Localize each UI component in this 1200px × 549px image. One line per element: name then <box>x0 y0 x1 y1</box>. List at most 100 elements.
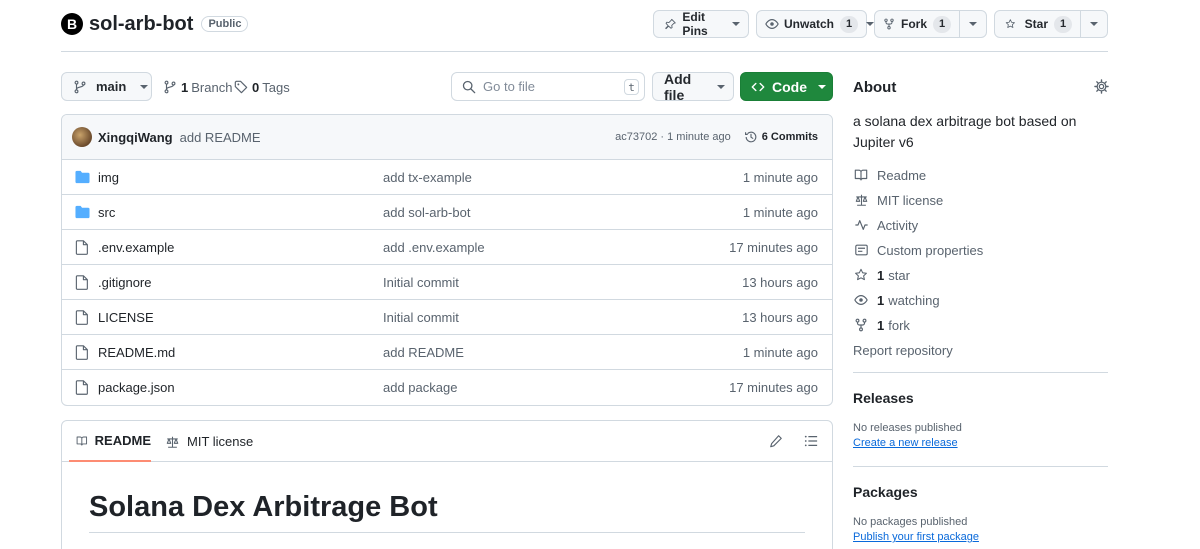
file-commit-message-link[interactable]: Initial commit <box>383 275 459 290</box>
table-row: .gitignore Initial commit 13 hours ago <box>62 265 832 300</box>
file-commit-time: 1 minute ago <box>742 204 818 220</box>
file-name-link[interactable]: img <box>98 170 119 185</box>
unwatch-button[interactable]: Unwatch 1 <box>756 10 875 38</box>
file-commit-time: 1 minute ago <box>742 344 818 360</box>
history-icon <box>744 131 757 143</box>
repo-title: B sol-arb-bot Public <box>61 12 249 36</box>
branches-link[interactable]: 1 Branch <box>163 78 232 96</box>
publish-package-link[interactable]: Publish your first package <box>853 531 979 543</box>
custom-properties-link[interactable]: Custom properties <box>853 241 983 259</box>
tags-count: 0 <box>252 79 260 95</box>
license-link[interactable]: MIT license <box>853 191 943 209</box>
tab-license-label: MIT license <box>187 434 254 449</box>
code-button[interactable]: Code <box>740 72 833 101</box>
packages-title[interactable]: Packages <box>853 484 918 500</box>
tab-license[interactable]: MIT license <box>165 421 253 462</box>
tags-label: Tags <box>262 79 290 95</box>
file-commit-message-link[interactable]: add README <box>383 345 464 360</box>
file-commit-message-link[interactable]: add tx-example <box>383 170 472 185</box>
commit-author-avatar[interactable] <box>72 127 92 147</box>
table-row: src add sol-arb-bot 1 minute ago <box>62 195 832 230</box>
watching-label: watching <box>888 292 940 308</box>
forks-link[interactable]: 1 fork <box>853 316 910 334</box>
table-row: README.md add README 1 minute ago <box>62 335 832 370</box>
file-commit-time: 17 minutes ago <box>729 239 818 255</box>
book-icon <box>76 436 88 446</box>
branch-select-button[interactable]: main <box>61 72 152 101</box>
repo-name-link[interactable]: sol-arb-bot <box>89 13 193 36</box>
edit-pins-label: Edit Pins <box>682 10 708 38</box>
readme-link-label: Readme <box>877 167 927 183</box>
fork-dropdown-button[interactable] <box>959 11 986 37</box>
file-name-link[interactable]: package.json <box>98 380 175 395</box>
tags-link[interactable]: 0 Tags <box>234 78 290 96</box>
activity-link-label: Activity <box>877 217 919 233</box>
table-row: .env.example add .env.example 17 minutes a… <box>62 230 832 265</box>
custom-properties-label: Custom properties <box>877 242 984 258</box>
file-name-link[interactable]: README.md <box>98 345 175 360</box>
note-icon <box>854 244 868 256</box>
commit-author-link[interactable]: XingqiWang <box>98 130 173 145</box>
chevron-down-icon <box>969 22 977 26</box>
file-commit-time: 1 minute ago <box>742 169 818 185</box>
star-button-group: Star 1 <box>994 10 1108 38</box>
readme-tab-bar: README MIT license <box>62 421 832 462</box>
watchers-link[interactable]: 1 watching <box>853 291 940 309</box>
star-count: 1 <box>1054 15 1072 33</box>
scale-icon <box>166 436 179 448</box>
star-button[interactable]: Star 1 <box>995 11 1080 37</box>
outline-button[interactable] <box>804 434 818 448</box>
file-icon <box>75 240 89 255</box>
commits-history-link[interactable]: 6 Commits <box>744 130 818 144</box>
fork-button[interactable]: Fork 1 <box>875 11 959 37</box>
stars-link[interactable]: 1 star <box>853 266 910 284</box>
sidebar-divider <box>853 466 1108 467</box>
commit-hash-time[interactable]: ac73702 · 1 minute ago <box>615 131 731 143</box>
file-commit-message-link[interactable]: add package <box>383 380 457 395</box>
pencil-icon <box>770 435 782 448</box>
fork-label: Fork <box>900 17 927 31</box>
activity-link[interactable]: Activity <box>853 216 918 234</box>
commit-message-link[interactable]: add README <box>180 130 261 145</box>
star-dropdown-button[interactable] <box>1080 11 1107 37</box>
readme-link[interactable]: Readme <box>853 166 926 184</box>
report-repository-link[interactable]: Report repository <box>853 341 953 359</box>
releases-title[interactable]: Releases <box>853 390 914 406</box>
owner-avatar[interactable]: B <box>61 13 83 35</box>
heading-divider <box>89 532 805 533</box>
edit-pins-button[interactable]: Edit Pins <box>653 10 749 38</box>
eye-icon <box>854 295 868 305</box>
star-icon <box>1005 19 1015 28</box>
forks-label: fork <box>888 317 910 333</box>
commits-count-label: 6 Commits <box>761 131 818 143</box>
file-icon <box>75 275 89 290</box>
stars-count: 1 <box>877 267 885 283</box>
tab-readme[interactable]: README <box>69 421 151 462</box>
file-commit-message-link[interactable]: Initial commit <box>383 310 459 325</box>
file-commit-message-link[interactable]: add sol-arb-bot <box>383 205 470 220</box>
file-icon <box>75 345 89 360</box>
about-settings-button[interactable] <box>1094 79 1109 94</box>
keyboard-shortcut-hint: t <box>624 79 639 95</box>
add-file-button[interactable]: Add file <box>652 71 734 103</box>
create-release-link[interactable]: Create a new release <box>853 437 958 449</box>
packages-empty-text: No packages published <box>853 516 968 528</box>
go-to-file-input[interactable]: Go to file t <box>451 72 645 101</box>
file-name-link[interactable]: LICENSE <box>98 310 154 325</box>
file-name-link[interactable]: .gitignore <box>98 275 151 290</box>
file-name-link[interactable]: .env.example <box>98 240 174 255</box>
file-icon <box>75 380 89 395</box>
file-name-link[interactable]: src <box>98 205 115 220</box>
table-row: package.json add package 17 minutes ago <box>62 370 832 405</box>
license-link-label: MIT license <box>877 192 944 208</box>
file-commit-message-link[interactable]: add .env.example <box>383 240 485 255</box>
forks-count: 1 <box>877 317 885 333</box>
chevron-down-icon <box>1090 22 1098 26</box>
watch-count: 1 <box>840 15 859 33</box>
file-icon <box>75 310 89 325</box>
chevron-down-icon <box>140 84 149 89</box>
sidebar-divider <box>853 372 1108 373</box>
edit-readme-button[interactable] <box>769 434 783 448</box>
watching-count: 1 <box>877 292 885 308</box>
code-icon <box>751 82 765 91</box>
